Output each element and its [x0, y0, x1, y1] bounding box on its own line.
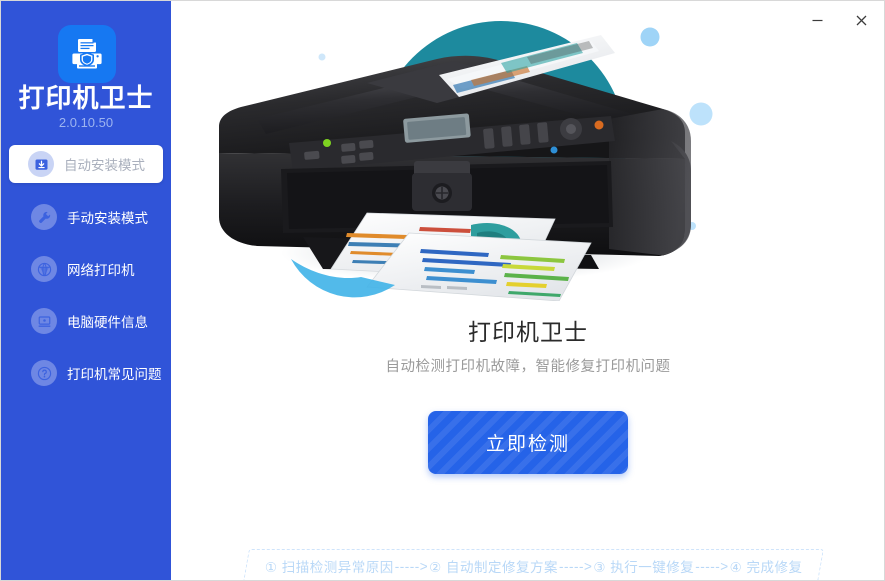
- decorative-dot: [318, 53, 326, 61]
- step-4-label: ④ 完成修复: [729, 560, 803, 575]
- printer-shield-logo-icon: [58, 25, 116, 83]
- step-arrow: ----->: [694, 558, 729, 574]
- brand-name: 打印机卫士: [18, 83, 154, 113]
- sidebar-item-label: 自动安装模式: [64, 158, 145, 173]
- wrench-icon: [31, 204, 57, 230]
- sidebar-item-label: 电脑硬件信息: [67, 315, 148, 330]
- close-icon[interactable]: [839, 1, 883, 39]
- detect-now-button[interactable]: 立即检测: [428, 411, 628, 474]
- question-mark-icon: [31, 360, 57, 386]
- page-subtitle: 自动检测打印机故障，智能修复打印机问题: [385, 359, 671, 375]
- sidebar: 打印机卫士 2.0.10.50 自动安装模式 手动安装模式 网络打印机 电脑硬件…: [1, 1, 171, 580]
- step-1-label: ① 扫描检测异常原因: [264, 560, 394, 575]
- sidebar-item-auto-install[interactable]: 自动安装模式: [9, 145, 163, 183]
- page-title: 打印机卫士: [468, 319, 588, 345]
- steps-inner: ① 扫描检测异常原因 -----> ② 自动制定修复方案 -----> ③ 执行…: [265, 556, 803, 576]
- sidebar-item-faq[interactable]: 打印机常见问题: [9, 354, 163, 392]
- minimize-icon[interactable]: [795, 1, 839, 39]
- download-box-icon: [28, 151, 54, 177]
- decorative-dot: [689, 102, 713, 126]
- step-2-label: ② 自动制定修复方案: [428, 560, 558, 575]
- printer-illustration: [171, 1, 884, 301]
- sidebar-item-label: 打印机常见问题: [67, 367, 162, 382]
- app-window: 打印机卫士 2.0.10.50 自动安装模式 手动安装模式 网络打印机 电脑硬件…: [0, 0, 885, 581]
- monitor-icon: [31, 308, 57, 334]
- network-printer-icon: [31, 256, 57, 282]
- sidebar-item-manual-install[interactable]: 手动安装模式: [9, 198, 163, 236]
- sidebar-item-hardware-info[interactable]: 电脑硬件信息: [9, 302, 163, 340]
- sidebar-item-label: 网络打印机: [67, 263, 135, 278]
- step-3-label: ③ 执行一键修复: [593, 560, 694, 575]
- sidebar-item-label: 手动安装模式: [67, 211, 148, 226]
- titlebar: [171, 1, 884, 39]
- sidebar-item-network-printer[interactable]: 网络打印机: [9, 250, 163, 288]
- version-label: 2.0.10.50: [58, 115, 114, 130]
- steps-progress-bar: ① 扫描检测异常原因 -----> ② 自动制定修复方案 -----> ③ 执行…: [243, 549, 824, 580]
- step-arrow: ----->: [558, 558, 593, 574]
- step-arrow: ----->: [394, 558, 428, 574]
